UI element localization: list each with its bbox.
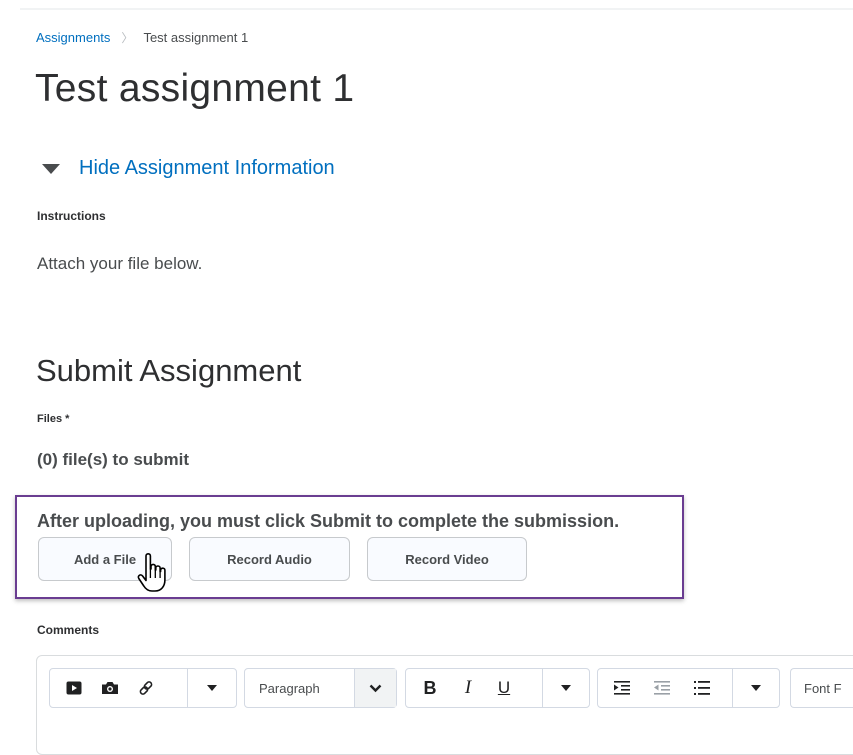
insert-video-button[interactable] xyxy=(56,669,92,707)
list-more-dropdown[interactable] xyxy=(732,669,779,707)
insert-more-dropdown[interactable] xyxy=(187,669,236,707)
italic-button[interactable]: I xyxy=(450,669,486,707)
insert-link-button[interactable] xyxy=(128,669,164,707)
outdent-icon xyxy=(654,681,670,695)
insert-toolbar-group xyxy=(49,668,237,708)
text-style-more-dropdown[interactable] xyxy=(542,669,589,707)
breadcrumb-current: Test assignment 1 xyxy=(143,30,249,45)
toggle-label: Hide Assignment Information xyxy=(79,157,335,179)
caret-down-icon xyxy=(207,685,217,691)
indent-button[interactable] xyxy=(602,669,642,707)
instructions-label: Instructions xyxy=(37,209,106,223)
file-count: (0) file(s) to submit xyxy=(37,450,190,469)
camera-icon xyxy=(102,682,118,694)
paragraph-format-select[interactable]: Paragraph xyxy=(244,668,397,708)
font-family-value: Font F xyxy=(804,680,842,696)
bold-button[interactable]: B xyxy=(410,669,450,707)
underline-button[interactable]: U xyxy=(486,669,522,707)
hide-assignment-info-toggle[interactable]: Hide Assignment Information xyxy=(42,157,335,180)
breadcrumb: Assignments 〉 Test assignment 1 xyxy=(36,29,248,46)
indent-icon xyxy=(614,681,630,695)
alignment-toolbar-group xyxy=(597,668,780,708)
breadcrumb-separator: 〉 xyxy=(121,31,134,45)
upload-panel: After uploading, you must click Submit t… xyxy=(15,495,684,599)
breadcrumb-assignments-link[interactable]: Assignments xyxy=(36,30,110,45)
list-button[interactable] xyxy=(682,669,722,707)
paragraph-dropdown-button[interactable] xyxy=(353,669,396,707)
font-family-select[interactable]: Font F xyxy=(790,668,853,708)
upload-message: After uploading, you must click Submit t… xyxy=(37,511,620,531)
caret-down-icon xyxy=(751,685,761,691)
page-title: Test assignment 1 xyxy=(35,67,355,110)
outdent-button[interactable] xyxy=(642,669,682,707)
comments-label: Comments xyxy=(37,623,100,637)
caret-down-icon xyxy=(42,163,60,174)
list-icon xyxy=(694,681,710,695)
files-label: Files * xyxy=(37,413,70,425)
comments-editor[interactable]: Paragraph B I U Font F xyxy=(36,655,853,755)
record-video-button[interactable]: Record Video xyxy=(367,537,527,581)
hand-cursor-icon xyxy=(137,553,166,592)
insert-image-button[interactable] xyxy=(92,669,128,707)
paragraph-format-value: Paragraph xyxy=(259,680,320,696)
link-icon xyxy=(139,681,153,695)
top-divider xyxy=(20,8,853,10)
text-style-toolbar-group: B I U xyxy=(405,668,590,708)
submit-assignment-heading: Submit Assignment xyxy=(36,353,302,388)
video-icon xyxy=(66,681,82,695)
instructions-text: Attach your file below. xyxy=(37,254,203,273)
chevron-down-icon xyxy=(369,684,382,692)
caret-down-icon xyxy=(561,685,571,691)
record-audio-button[interactable]: Record Audio xyxy=(189,537,350,581)
